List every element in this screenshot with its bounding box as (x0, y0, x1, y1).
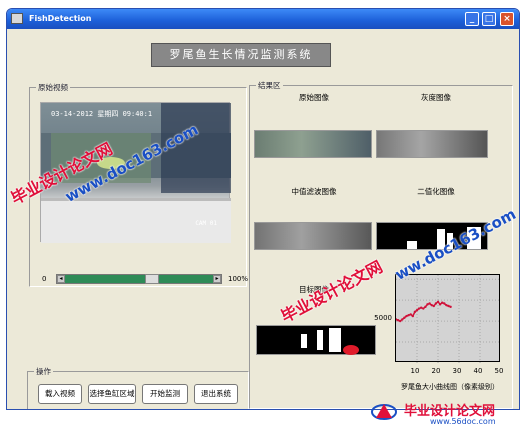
slider-min-label: 0 (42, 275, 47, 283)
video-panel: 原始视频 03-14-2012 星期四 09:40:1 CAM 01 0 ◂ ▸… (29, 82, 248, 287)
chart-caption: 罗尾鱼大小曲线图（像素级别） (401, 383, 499, 391)
chart-point (399, 319, 402, 323)
chart-point (447, 304, 450, 308)
gray-image (376, 130, 488, 158)
chart-point (424, 305, 427, 309)
chart-point (430, 303, 433, 307)
chart-xtick: 40 (473, 367, 483, 375)
target-image (256, 325, 376, 355)
results-panel-label: 结果区 (256, 80, 283, 91)
chart-point (422, 307, 425, 310)
chart-point (405, 314, 408, 318)
select-tank-button[interactable]: 选择鱼缸区域 (88, 384, 136, 404)
chart-point (413, 310, 417, 314)
video-panel-label: 原始视频 (36, 82, 70, 93)
chart-point (438, 303, 442, 306)
chart-point (428, 302, 431, 305)
chart-point (436, 300, 440, 304)
app-title: 罗尾鱼生长情况监测系统 (151, 43, 331, 67)
chart-point (432, 304, 435, 308)
binary-image-label: 二值化图像 (417, 187, 455, 196)
chart-xtick: 10 (410, 367, 420, 375)
chart-point (396, 319, 400, 322)
chart-point (445, 303, 448, 307)
logo-icon (371, 404, 397, 420)
chart-point (420, 306, 423, 309)
chart-ytick: 5000 (374, 314, 392, 322)
gray-image-label: 灰度图像 (421, 93, 451, 102)
chart-point (409, 313, 412, 316)
chart-point (426, 303, 429, 306)
chart-point (449, 305, 452, 309)
chart-point (417, 307, 421, 310)
chart-point (443, 302, 446, 305)
window-title: FishDetection (29, 14, 92, 23)
median-filter-image (254, 222, 372, 250)
load-video-button[interactable]: 载入视频 (38, 384, 82, 404)
chart-xtick: 30 (452, 367, 462, 375)
slider-right-arrow[interactable]: ▸ (213, 275, 221, 283)
maximize-button[interactable]: □ (482, 12, 496, 26)
fish-size-chart (395, 274, 501, 363)
video-slider[interactable]: ◂ ▸ (56, 274, 222, 284)
slider-left-arrow[interactable]: ◂ (57, 275, 65, 283)
chart-point (441, 301, 444, 304)
chart-svg (396, 275, 501, 363)
exit-button[interactable]: 退出系统 (194, 384, 238, 404)
minimize-button[interactable]: _ (465, 12, 479, 26)
chart-point (403, 316, 406, 319)
chart-point (415, 309, 419, 312)
original-image-label: 原始图像 (299, 93, 329, 102)
chart-point (411, 314, 414, 318)
video-slider-row: 0 ◂ ▸ 100% (42, 274, 248, 286)
title-bar: FishDetection _ □ × (7, 9, 519, 29)
median-filter-image-label: 中值滤波图像 (291, 187, 337, 196)
chart-point (401, 318, 404, 321)
chart-point (407, 314, 410, 317)
logo-url: www.56doc.com (430, 417, 496, 426)
ops-panel-label: 操作 (34, 366, 53, 377)
start-monitor-button[interactable]: 开始监测 (142, 384, 188, 404)
video-cam-label: CAM 01 (195, 220, 217, 227)
chart-point (434, 302, 438, 305)
slider-thumb[interactable] (145, 274, 159, 284)
app-icon (11, 13, 23, 24)
ops-panel: 操作 载入视频 选择鱼缸区域 开始监测 退出系统 (27, 366, 249, 409)
chart-xtick: 20 (431, 367, 441, 375)
slider-max-label: 100% (227, 275, 248, 283)
close-button[interactable]: × (500, 12, 514, 26)
original-image (254, 130, 372, 158)
chart-xtick: 50 (494, 367, 504, 375)
